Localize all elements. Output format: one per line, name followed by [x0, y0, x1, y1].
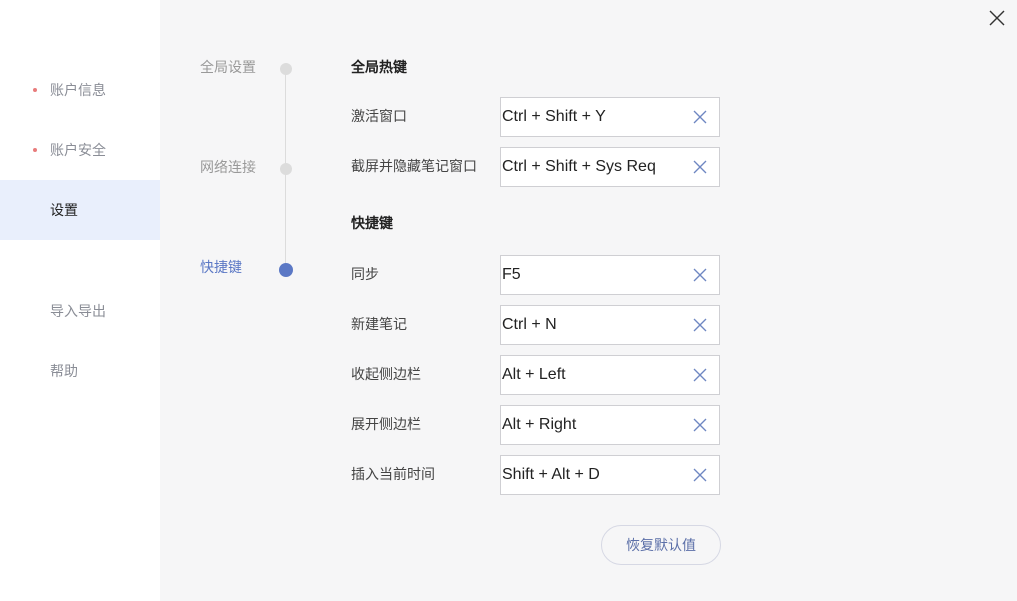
hotkey-field-screenshot[interactable]: Ctrl + Shift + Sys Req [500, 147, 720, 187]
hotkey-label: 截屏并隐藏笔记窗口 [351, 159, 477, 175]
sidebar-item-account-info[interactable]: 账户信息 [0, 60, 160, 120]
shortcut-value: Ctrl + N [502, 316, 557, 333]
sidebar-item-account-security[interactable]: 账户安全 [0, 120, 160, 180]
settings-nav-dot-global[interactable] [279, 63, 292, 75]
sidebar-item-import-export[interactable]: 导入导出 [0, 281, 160, 341]
settings-nav-dot-network[interactable] [279, 163, 292, 175]
shortcut-field-new-note[interactable]: Ctrl + N [500, 305, 720, 345]
shortcut-value: Alt + Right [502, 416, 577, 433]
clear-icon[interactable] [693, 268, 707, 282]
section-title-global-hotkeys: 全局热键 [351, 60, 407, 76]
notification-dot [33, 88, 37, 92]
sidebar-item-label: 导入导出 [50, 304, 106, 320]
shortcut-field-expand-sidebar[interactable]: Alt + Right [500, 405, 720, 445]
sidebar-item-label: 账户安全 [50, 143, 106, 159]
clear-icon[interactable] [693, 160, 707, 174]
section-title-shortcuts: 快捷键 [351, 216, 393, 232]
clear-icon[interactable] [693, 418, 707, 432]
shortcut-label: 新建笔记 [351, 317, 407, 333]
shortcut-label: 插入当前时间 [351, 467, 435, 483]
clear-icon[interactable] [693, 368, 707, 382]
close-icon [989, 10, 1005, 26]
settings-nav-shortcuts[interactable]: 快捷键 [200, 258, 242, 278]
notification-dot [33, 148, 37, 152]
shortcut-value: Shift + Alt + D [502, 466, 600, 483]
sidebar-item-label: 设置 [50, 203, 78, 219]
hotkey-value: Ctrl + Shift + Sys Req [502, 158, 656, 175]
shortcut-value: F5 [502, 266, 521, 283]
clear-icon[interactable] [693, 110, 707, 124]
hotkey-label: 激活窗口 [351, 109, 407, 125]
shortcut-label: 同步 [351, 267, 379, 283]
clear-icon[interactable] [693, 318, 707, 332]
settings-nav-network[interactable]: 网络连接 [200, 158, 256, 178]
settings-nav-global[interactable]: 全局设置 [200, 58, 256, 78]
sidebar-item-label: 帮助 [50, 364, 78, 380]
shortcut-field-collapse-sidebar[interactable]: Alt + Left [500, 355, 720, 395]
reset-defaults-button[interactable]: 恢复默认值 [601, 525, 721, 565]
hotkey-field-activate-window[interactable]: Ctrl + Shift + Y [500, 97, 720, 137]
shortcut-value: Alt + Left [502, 366, 566, 383]
sidebar-item-help[interactable]: 帮助 [0, 341, 160, 401]
shortcut-label: 收起侧边栏 [351, 367, 421, 383]
settings-panel [160, 0, 1017, 601]
shortcut-label: 展开侧边栏 [351, 417, 421, 433]
sidebar-item-label: 账户信息 [50, 83, 106, 99]
clear-icon[interactable] [693, 468, 707, 482]
shortcut-field-insert-time[interactable]: Shift + Alt + D [500, 455, 720, 495]
close-button[interactable] [987, 8, 1007, 28]
settings-nav-dot-shortcuts[interactable] [278, 263, 293, 277]
sidebar: 账户信息 账户安全 设置 导入导出 帮助 [0, 0, 160, 601]
hotkey-value: Ctrl + Shift + Y [502, 108, 606, 125]
shortcut-field-sync[interactable]: F5 [500, 255, 720, 295]
sidebar-item-settings[interactable]: 设置 [0, 180, 160, 240]
